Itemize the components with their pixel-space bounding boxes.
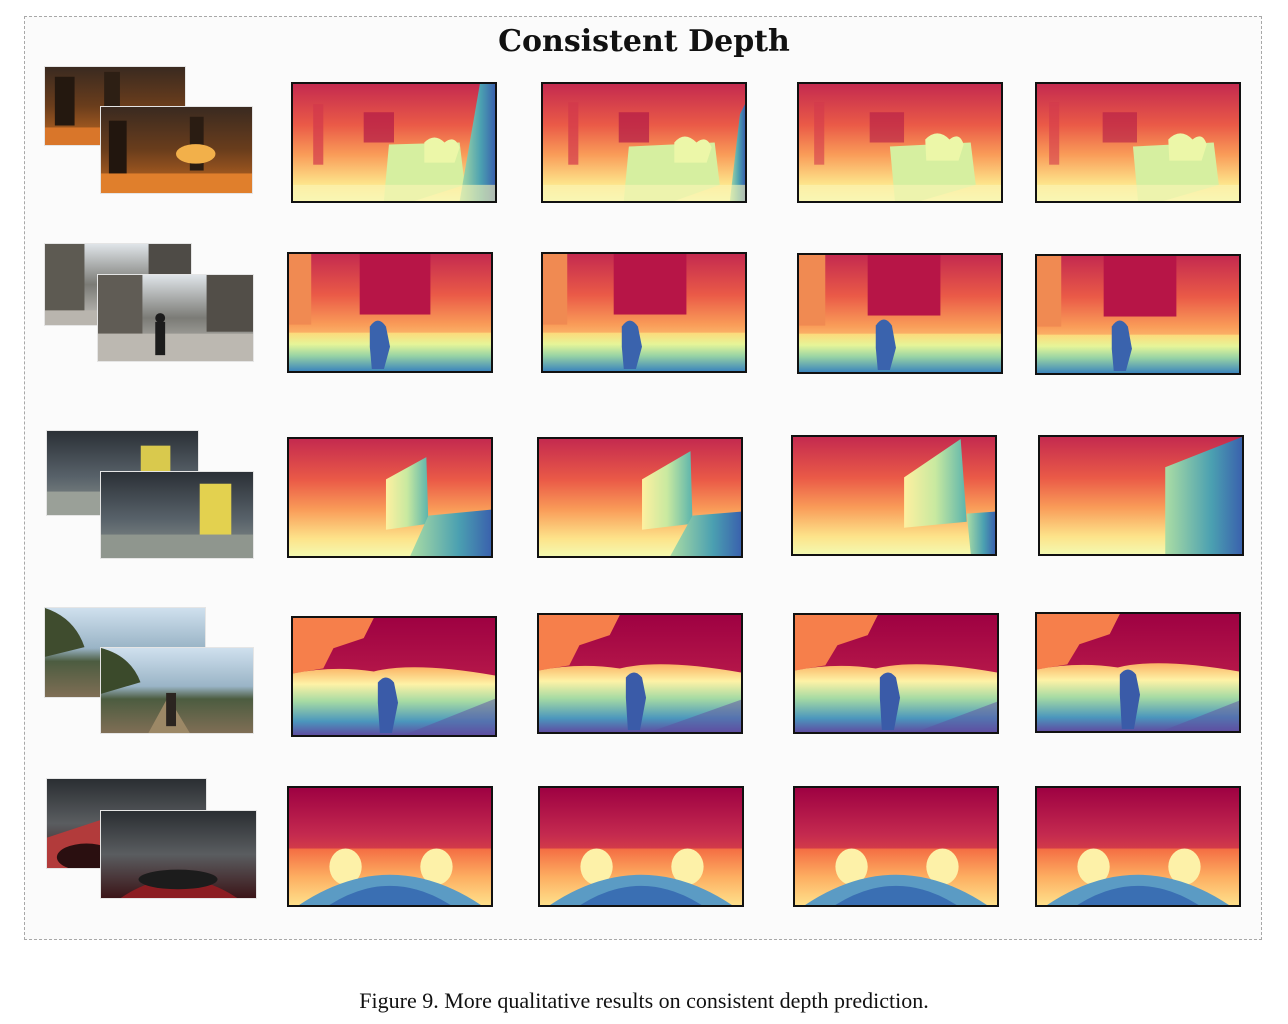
depth-map (287, 786, 493, 907)
depth-map (1035, 786, 1241, 907)
figure-title: Consistent Depth (498, 24, 790, 59)
figure-caption: Figure 9. More qualitative results on co… (359, 988, 929, 1013)
depth-map (1035, 82, 1241, 203)
depth-map (291, 616, 497, 737)
rgb-frame-front (100, 647, 254, 734)
depth-map (541, 82, 747, 203)
depth-map (1038, 435, 1244, 556)
depth-map (793, 786, 999, 907)
depth-map (287, 252, 493, 373)
depth-map (797, 253, 1003, 374)
depth-map (287, 437, 493, 558)
depth-map (537, 437, 743, 558)
rgb-frame-front (100, 471, 254, 559)
depth-map (537, 613, 743, 734)
rgb-frame-front (100, 106, 253, 194)
depth-map (1035, 254, 1241, 375)
depth-map (538, 786, 744, 907)
rgb-frame-front (100, 810, 257, 899)
depth-map (793, 613, 999, 734)
depth-map (797, 82, 1003, 203)
depth-map (541, 252, 747, 373)
depth-map (291, 82, 497, 203)
rgb-frame-front (97, 274, 254, 362)
depth-map (1035, 612, 1241, 733)
depth-map (791, 435, 997, 556)
